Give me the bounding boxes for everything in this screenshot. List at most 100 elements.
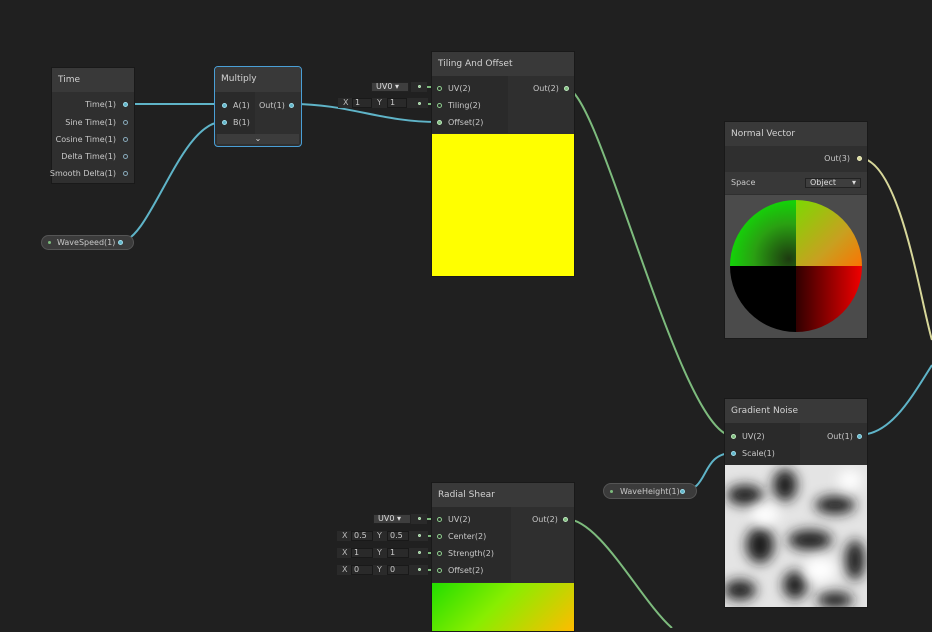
multiply-input-a-port[interactable] bbox=[222, 103, 227, 108]
property-indicator-dot bbox=[48, 241, 51, 244]
shear-input-strength-port[interactable] bbox=[437, 551, 442, 556]
property-indicator-dot bbox=[610, 490, 613, 493]
shear-center-y-field[interactable]: 0.5 bbox=[387, 531, 409, 541]
multiply-input-a-label: A(1) bbox=[233, 101, 250, 110]
expand-chevron-icon[interactable]: ⌄ bbox=[217, 134, 299, 144]
space-dropdown[interactable]: Object ▾ bbox=[805, 178, 861, 188]
shear-uv-chip-port[interactable] bbox=[418, 517, 421, 520]
multiply-output-label: Out(1) bbox=[259, 101, 285, 110]
normal-sphere-preview bbox=[730, 200, 862, 332]
normal-vector-output-port[interactable] bbox=[857, 156, 862, 161]
time-node-title: Time bbox=[52, 68, 134, 92]
wire-normal-out bbox=[858, 157, 932, 341]
shear-offset-x-field[interactable]: 0 bbox=[351, 565, 373, 575]
multiply-node[interactable]: Multiply A(1) B(1) Out(1) ⌄ bbox=[214, 66, 302, 147]
shear-output-port[interactable] bbox=[563, 517, 568, 522]
time-node[interactable]: Time Time(1) Sine Time(1) Cosine Time(1)… bbox=[49, 67, 135, 184]
tiling-input-uv-port[interactable] bbox=[437, 86, 442, 91]
tiling-y-axis-label: Y bbox=[377, 98, 382, 107]
time-output-delta: Delta Time(1) bbox=[61, 152, 116, 161]
shear-offset-chip-port[interactable] bbox=[418, 568, 421, 571]
gradient-noise-title: Gradient Noise bbox=[725, 399, 867, 423]
waveheight-output-port[interactable] bbox=[680, 489, 685, 494]
wire-shear-out bbox=[565, 518, 673, 628]
normal-vector-output-label: Out(3) bbox=[824, 154, 850, 163]
multiply-output-port[interactable] bbox=[289, 103, 294, 108]
normal-vector-preview bbox=[725, 195, 867, 338]
shear-uv-dropdown[interactable]: UV0 ▾ bbox=[373, 514, 411, 524]
shear-input-offset-label: Offset(2) bbox=[448, 566, 484, 575]
shear-center-x-field[interactable]: 0.5 bbox=[351, 531, 373, 541]
multiply-input-b-port[interactable] bbox=[222, 120, 227, 125]
shear-input-uv-label: UV(2) bbox=[448, 515, 471, 524]
shear-input-center-port[interactable] bbox=[437, 534, 442, 539]
tiling-x-axis-label: X bbox=[343, 98, 349, 107]
time-output-cosine: Cosine Time(1) bbox=[55, 135, 116, 144]
dropdown-arrow-icon: ▾ bbox=[394, 82, 399, 91]
delta-time-port[interactable] bbox=[123, 154, 128, 159]
shear-input-uv-port[interactable] bbox=[437, 517, 442, 522]
multiply-input-b-label: B(1) bbox=[233, 118, 250, 127]
noise-input-scale-label: Scale(1) bbox=[742, 449, 775, 458]
cosine-time-port[interactable] bbox=[123, 137, 128, 142]
smooth-delta-port[interactable] bbox=[123, 171, 128, 176]
shear-input-center-label: Center(2) bbox=[448, 532, 487, 541]
radial-shear-preview bbox=[432, 583, 574, 631]
shear-output-label: Out(2) bbox=[532, 515, 558, 524]
shear-offset-x-label: X bbox=[342, 565, 348, 574]
tiling-input-uv-label: UV(2) bbox=[448, 84, 471, 93]
noise-pattern bbox=[725, 465, 867, 607]
time-output-smooth-delta: Smooth Delta(1) bbox=[49, 169, 116, 178]
sine-time-port[interactable] bbox=[123, 120, 128, 125]
dropdown-arrow-icon: ▾ bbox=[851, 178, 856, 187]
wavespeed-output-port[interactable] bbox=[118, 240, 123, 245]
tiling-node-title: Tiling And Offset bbox=[432, 52, 574, 76]
time-output-time: Time(1) bbox=[85, 100, 116, 109]
time-output-sine: Sine Time(1) bbox=[65, 118, 116, 127]
shear-offset-y-label: Y bbox=[377, 565, 382, 574]
wavespeed-property-node[interactable]: WaveSpeed(1) bbox=[41, 235, 134, 250]
radial-shear-node[interactable]: Radial Shear UV(2) Center(2) Strength(2)… bbox=[431, 482, 575, 632]
noise-input-uv-port[interactable] bbox=[731, 434, 736, 439]
tiling-uv-value: UV0 bbox=[376, 82, 393, 91]
tiling-output-port[interactable] bbox=[564, 86, 569, 91]
tiling-x-field[interactable]: 1 bbox=[352, 98, 372, 108]
shear-strength-x-label: X bbox=[342, 548, 348, 557]
shear-offset-y-field[interactable]: 0 bbox=[387, 565, 409, 575]
normal-vector-node[interactable]: Normal Vector Out(3) Space Object ▾ bbox=[724, 121, 868, 339]
shear-center-chip-port[interactable] bbox=[418, 534, 421, 537]
tiling-uv-chip-port[interactable] bbox=[418, 85, 421, 88]
tiling-uv-dropdown[interactable]: UV0 ▾ bbox=[371, 82, 409, 92]
waveheight-label: WaveHeight(1) bbox=[620, 487, 680, 496]
tiling-tiling-chip-port[interactable] bbox=[418, 102, 421, 105]
shear-strength-y-field[interactable]: 1 bbox=[387, 548, 409, 558]
shear-uv-value: UV0 bbox=[378, 514, 395, 523]
radial-shear-title: Radial Shear bbox=[432, 483, 574, 507]
waveheight-property-node[interactable]: WaveHeight(1) bbox=[603, 483, 697, 499]
shear-strength-y-label: Y bbox=[377, 548, 382, 557]
shear-strength-chip-port[interactable] bbox=[418, 551, 421, 554]
tiling-output-label: Out(2) bbox=[533, 84, 559, 93]
shear-strength-x-field[interactable]: 1 bbox=[351, 548, 373, 558]
shear-center-x-label: X bbox=[342, 531, 348, 540]
tiling-input-tiling-port[interactable] bbox=[437, 103, 442, 108]
gradient-noise-node[interactable]: Gradient Noise UV(2) Scale(1) Out(1) bbox=[724, 398, 868, 608]
shear-input-strength-label: Strength(2) bbox=[448, 549, 494, 558]
gradient-noise-preview bbox=[725, 465, 867, 607]
wire-wavespeed-to-multiply-b bbox=[119, 121, 223, 243]
wire-noise-out bbox=[858, 364, 932, 436]
dropdown-arrow-icon: ▾ bbox=[396, 514, 401, 523]
time-output-port[interactable] bbox=[123, 102, 128, 107]
tiling-input-offset-port[interactable] bbox=[437, 120, 442, 125]
multiply-node-title: Multiply bbox=[215, 67, 301, 92]
tiling-and-offset-node[interactable]: Tiling And Offset UV(2) Tiling(2) Offset… bbox=[431, 51, 575, 277]
noise-output-port[interactable] bbox=[857, 434, 862, 439]
tiling-preview bbox=[432, 134, 574, 276]
tiling-y-field[interactable]: 1 bbox=[387, 98, 407, 108]
wavespeed-label: WaveSpeed(1) bbox=[57, 238, 116, 247]
tiling-input-tiling-label: Tiling(2) bbox=[448, 101, 481, 110]
wire-tiling-out-to-noise-uv bbox=[565, 87, 734, 437]
noise-input-scale-port[interactable] bbox=[731, 451, 736, 456]
shear-input-offset-port[interactable] bbox=[437, 568, 442, 573]
space-dropdown-value: Object bbox=[810, 178, 837, 187]
